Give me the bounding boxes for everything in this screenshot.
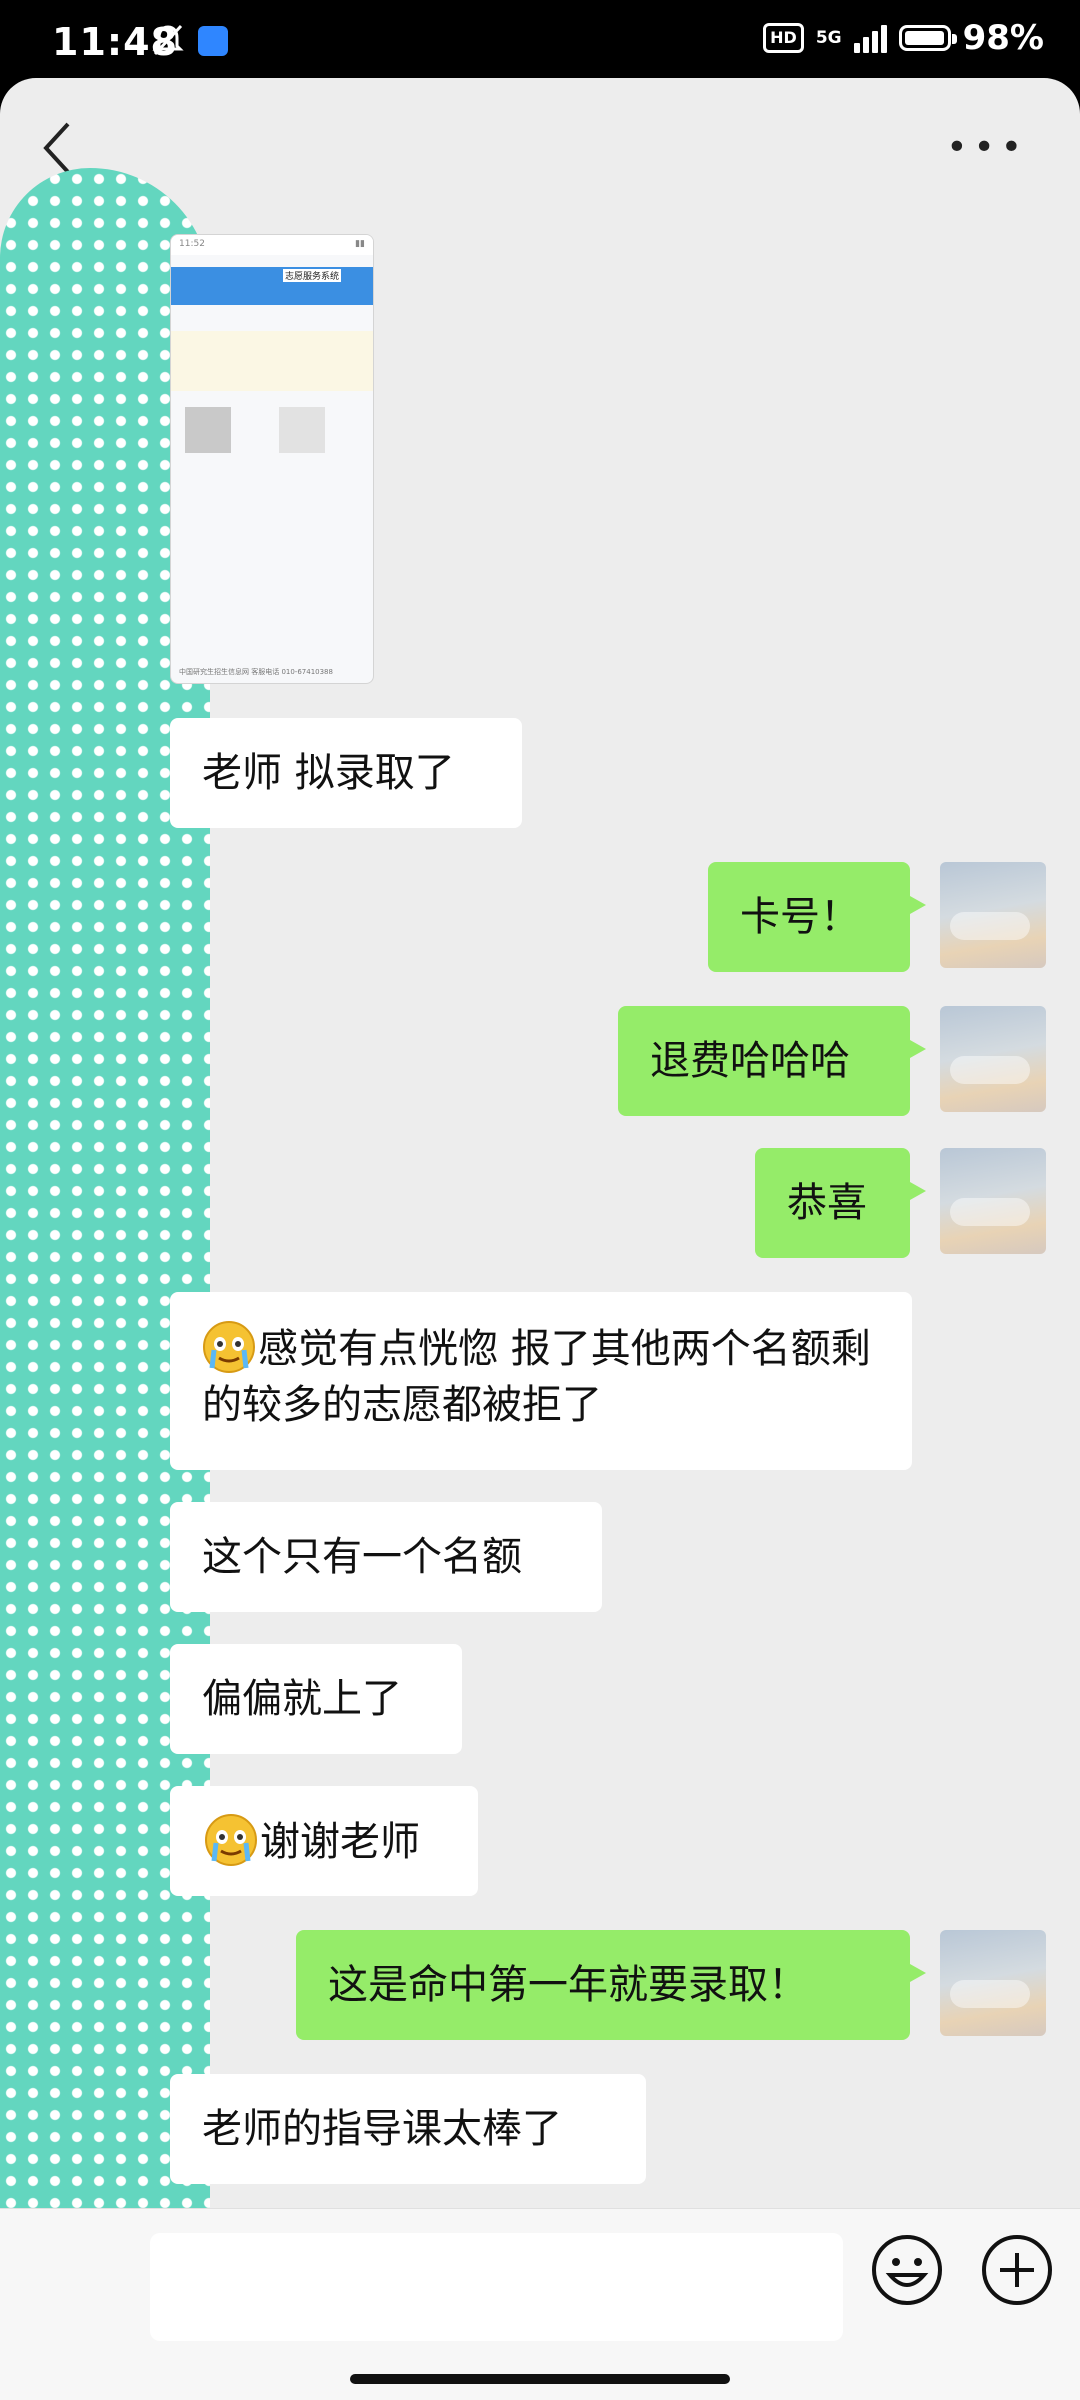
message-bubble-in[interactable]: 感觉有点恍惚 报了其他两个名额剩的较多的志愿都被拒了 [170,1292,912,1470]
status-bar: 11:48 HD 5G 98% [0,0,1080,80]
crying-smile-emoji-icon [205,1814,257,1866]
message-text: 这是命中第一年就要录取！ [328,1962,808,2008]
message-bubble-out[interactable]: 卡号！ [708,862,926,972]
network-type: 5G [815,28,842,48]
thumb-blur-block [185,407,231,453]
thumb-header-title: 志愿服务系统 [282,269,341,282]
message-text: 谢谢老师 [260,1819,420,1865]
chat-screen: ••• 11:52 ▮▮ 志愿服务系统 中国研究生招生信息网 客服电话 010-6… [0,78,1080,2400]
thumb-status-time: 11:52 [179,239,205,249]
message-bubble-in[interactable]: 老师的指导课太棒了 [170,2074,646,2184]
crying-smile-emoji-icon [203,1321,255,1373]
message-text: 老师的指导课太棒了 [202,2106,562,2152]
emoji-icon[interactable] [870,2233,944,2307]
message-bubble-out[interactable]: 这是命中第一年就要录取！ [296,1930,926,2040]
my-avatar[interactable] [940,862,1046,968]
my-avatar[interactable] [940,1006,1046,1112]
message-bubble-in[interactable]: 老师 拟录取了 [170,718,522,828]
message-text: 这个只有一个名额 [202,1534,522,1580]
message-text: 感觉有点恍惚 报了其他两个名额剩的较多的志愿都被拒了 [202,1326,871,1428]
message-input[interactable] [150,2233,843,2341]
my-avatar[interactable] [940,1148,1046,1254]
thumb-blur-block [279,407,325,453]
signal-icon [853,23,887,53]
my-avatar[interactable] [940,1930,1046,2036]
battery-percent: 98% [962,18,1044,58]
message-text: 卡号！ [740,894,860,940]
home-indicator[interactable] [350,2374,730,2384]
message-text: 恭喜 [787,1180,867,1226]
plus-icon[interactable] [980,2233,1054,2307]
chat-header: ••• [0,78,1080,208]
message-text: 偏偏就上了 [202,1676,402,1722]
app-notification-icon [198,26,228,56]
bell-muted-icon [152,24,184,56]
battery-icon [898,25,957,51]
thumb-row [171,331,373,391]
message-text: 退费哈哈哈 [650,1038,850,1084]
more-options-icon[interactable]: ••• [946,130,1028,166]
message-bubble-in[interactable]: 谢谢老师 [170,1786,478,1896]
hd-indicator: HD [763,23,804,53]
image-message[interactable]: 11:52 ▮▮ 志愿服务系统 中国研究生招生信息网 客服电话 010-67410… [170,234,374,684]
input-bar [0,2208,1080,2400]
message-bubble-in[interactable]: 这个只有一个名额 [170,1502,602,1612]
message-bubble-out[interactable]: 恭喜 [755,1148,926,1258]
thumb-footer: 中国研究生招生信息网 客服电话 010-67410388 [179,668,333,676]
message-bubble-in[interactable]: 偏偏就上了 [170,1644,462,1754]
message-bubble-out[interactable]: 退费哈哈哈 [618,1006,926,1116]
message-text: 老师 拟录取了 [202,750,455,796]
thumb-header: 志愿服务系统 [171,267,373,305]
